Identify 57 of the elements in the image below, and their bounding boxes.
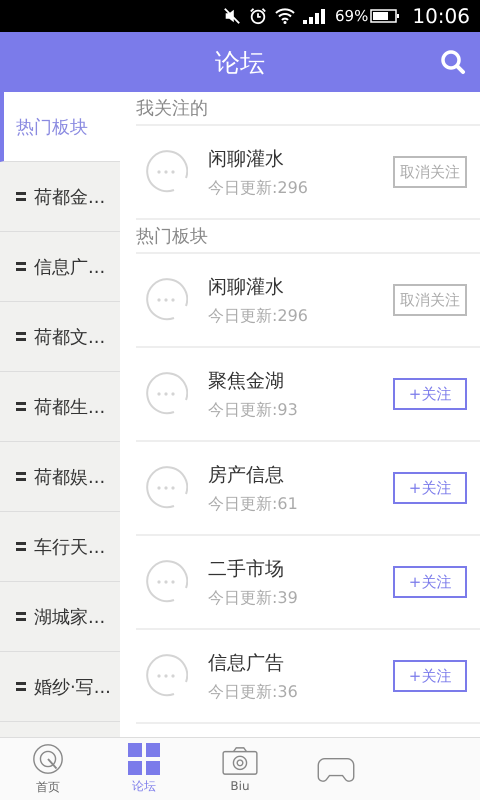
section-header: 我关注的 bbox=[136, 92, 480, 126]
sidebar-item[interactable]: 婚纱·写... bbox=[0, 652, 120, 722]
follow-button[interactable]: +关注 bbox=[393, 566, 467, 598]
sidebar-item[interactable]: 湖城家... bbox=[0, 582, 120, 652]
update-count: 今日更新:36 bbox=[208, 682, 299, 702]
board-name: 聚焦金湖 bbox=[208, 368, 285, 394]
chat-bubble-icon bbox=[144, 150, 188, 194]
battery-icon bbox=[370, 9, 400, 23]
follow-button[interactable]: +关注 bbox=[393, 472, 467, 504]
section-header: 热门板块 bbox=[136, 220, 480, 254]
sidebar-item[interactable]: 信息广... bbox=[0, 232, 120, 302]
board-name: 闲聊灌水 bbox=[208, 274, 285, 300]
sidebar-item[interactable]: 荷都娱... bbox=[0, 442, 120, 512]
search-icon[interactable] bbox=[440, 49, 466, 75]
chat-bubble-icon bbox=[144, 278, 188, 322]
alarm-icon bbox=[249, 7, 268, 25]
page-title: 论坛 bbox=[215, 46, 265, 78]
menu-lines-icon bbox=[16, 612, 26, 621]
clock-time: 10:06 bbox=[412, 4, 470, 28]
chat-bubble-icon bbox=[144, 466, 188, 510]
signal-icon bbox=[303, 8, 328, 24]
grid-icon bbox=[128, 743, 160, 775]
update-count: 今日更新:93 bbox=[208, 400, 299, 420]
menu-lines-icon bbox=[16, 402, 26, 411]
tab[interactable]: Biu bbox=[192, 738, 288, 800]
board-name: 信息广告 bbox=[208, 650, 285, 676]
board-name: 二手市场 bbox=[208, 556, 285, 582]
follow-button[interactable]: +关注 bbox=[393, 378, 467, 410]
tab[interactable]: 首页 bbox=[0, 738, 96, 800]
sidebar-item[interactable]: 荷都金... bbox=[0, 162, 120, 232]
sidebar-item[interactable]: 车行天... bbox=[0, 512, 120, 582]
sidebar-item[interactable]: 荷都生... bbox=[0, 372, 120, 442]
update-count: 今日更新:61 bbox=[208, 494, 299, 514]
sidebar-item[interactable]: 热门板块 bbox=[0, 92, 120, 162]
menu-lines-icon bbox=[16, 262, 26, 271]
tab[interactable]: 论坛 bbox=[96, 738, 192, 800]
menu-lines-icon bbox=[16, 192, 26, 201]
chat-bubble-icon bbox=[144, 560, 188, 604]
wifi-icon bbox=[275, 8, 296, 24]
update-count: 今日更新:296 bbox=[208, 178, 309, 198]
menu-lines-icon bbox=[16, 542, 26, 551]
update-count: 今日更新:296 bbox=[208, 306, 309, 326]
menu-lines-icon bbox=[16, 332, 26, 341]
sidebar-item[interactable]: 荷都文... bbox=[0, 302, 120, 372]
battery-percent: 69% bbox=[335, 7, 368, 25]
mute-icon bbox=[223, 7, 242, 25]
chat-bubble-icon bbox=[144, 372, 188, 416]
gamepad-icon bbox=[317, 755, 355, 783]
board-name: 闲聊灌水 bbox=[208, 146, 285, 172]
target-icon bbox=[31, 742, 65, 776]
update-count: 今日更新:39 bbox=[208, 588, 299, 608]
camera-icon bbox=[221, 746, 259, 776]
menu-lines-icon bbox=[16, 472, 26, 481]
follow-button[interactable]: +关注 bbox=[393, 660, 467, 692]
menu-lines-icon bbox=[16, 682, 26, 691]
chat-bubble-icon bbox=[144, 654, 188, 698]
board-name: 房产信息 bbox=[208, 462, 285, 488]
